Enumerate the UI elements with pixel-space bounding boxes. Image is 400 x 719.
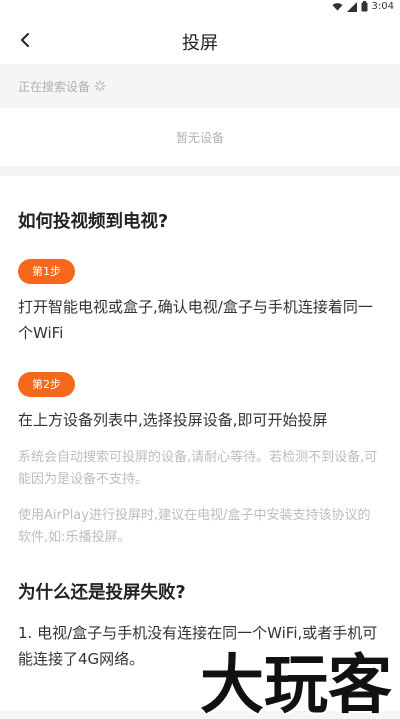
- signal-icon: [346, 1, 357, 12]
- section-divider: [0, 166, 400, 176]
- status-bar: 3:04: [0, 0, 400, 16]
- empty-device-text: 暂无设备: [175, 130, 224, 145]
- loading-spinner-icon: [94, 80, 106, 92]
- search-status-text: 正在搜索设备: [18, 79, 91, 94]
- step1-text: 打开智能电视或盒子,确认电视/盒子与手机连接着同一个WiFi: [18, 298, 373, 342]
- tip-auto-search: 系统会自动搜索可投屏的设备,请耐心等待。若检测不到设备,可能因为是设备不支持。: [18, 450, 378, 487]
- page-title: 投屏: [182, 33, 218, 54]
- search-status-row: 正在搜索设备: [0, 64, 400, 108]
- title-bar: 投屏: [0, 16, 400, 64]
- guide-heading: 如何投视频到电视?: [18, 212, 169, 232]
- step1-badge: 第1步: [18, 259, 75, 284]
- status-time: 3:04: [371, 1, 394, 12]
- watermark-text: 大玩客: [200, 649, 392, 719]
- device-list-empty: 暂无设备: [0, 108, 400, 166]
- status-icons: 3:04: [331, 1, 394, 12]
- battery-icon: [361, 1, 368, 12]
- step2-badge: 第2步: [18, 372, 75, 397]
- wifi-icon: [331, 2, 343, 11]
- step2-text: 在上方设备列表中,选择投屏设备,即可开始投屏: [18, 411, 328, 429]
- faq-heading: 为什么还是投屏失败?: [18, 583, 186, 603]
- watermark-logo: 大玩客: [198, 647, 394, 719]
- tip-airplay: 使用AirPlay进行投屏时,建议在电视/盒子中安装支持该协议的软件,如:乐播投…: [18, 508, 371, 545]
